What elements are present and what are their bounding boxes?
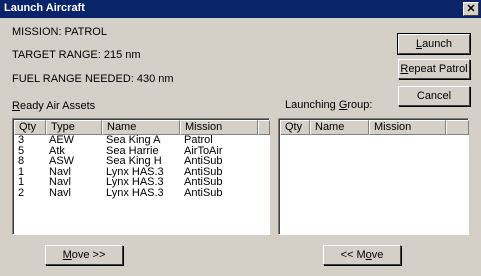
column-header-name[interactable]: Name	[102, 120, 180, 135]
move-right-label: ove >>	[71, 249, 106, 261]
launching-label-pre: Launching	[285, 99, 339, 111]
column-header-filler	[258, 120, 270, 135]
ready-label-accel: R	[12, 100, 20, 112]
type-cell: Navl	[49, 186, 72, 199]
move-left-label-post: ve	[371, 249, 384, 261]
launching-group-list[interactable]: Qty Name Mission	[278, 118, 469, 235]
column-header-type[interactable]: Type	[46, 120, 102, 135]
repeat-patrol-button[interactable]: Repeat Patrol	[398, 59, 470, 79]
target-range-text: TARGET RANGE: 215 nm	[12, 49, 141, 61]
ready-list-header: Qty Type Name Mission	[14, 120, 270, 135]
cancel-label: Cancel	[416, 90, 452, 102]
repeat-label: epeat Patrol	[408, 63, 468, 75]
launch-label: aunch	[422, 38, 453, 50]
ready-list-rows: 3 AEW Sea King A Patrol 5 Atk Sea Harrie AirToA…	[14, 135, 268, 200]
column-header-filler	[446, 120, 469, 135]
fuel-range-text: FUEL RANGE NEEDED: 430 nm	[12, 73, 174, 85]
column-header-qty[interactable]: Qty	[280, 120, 310, 135]
move-right-button[interactable]: Move >>	[45, 245, 123, 265]
move-left-label-pre: << M	[340, 249, 366, 261]
column-header-mission[interactable]: Mission	[369, 120, 446, 135]
column-header-name[interactable]: Name	[310, 120, 369, 135]
close-icon: ✕	[466, 3, 476, 15]
qty-cell: 2	[18, 186, 25, 199]
move-left-button[interactable]: << Move	[323, 245, 401, 265]
mission-cell: AntiSub	[184, 186, 223, 199]
column-header-qty[interactable]: Qty	[14, 120, 46, 135]
move-right-accel: M	[62, 249, 72, 261]
launch-button[interactable]: Launch	[397, 33, 471, 55]
launching-label-post: roup:	[347, 99, 373, 111]
title-bar[interactable]: Launch Aircraft ✕	[0, 0, 481, 18]
launch-aircraft-dialog: Launch Aircraft ✕ MISSION: PATROL TARGET…	[0, 0, 481, 276]
close-button[interactable]: ✕	[463, 2, 479, 16]
ready-air-assets-label: Ready Air Assets	[12, 100, 95, 112]
column-header-mission[interactable]: Mission	[180, 120, 258, 135]
mission-text: MISSION: PATROL	[12, 26, 107, 38]
window-title: Launch Aircraft	[4, 2, 85, 14]
ready-air-assets-list[interactable]: Qty Type Name Mission 3 AEW Sea King A Patr…	[12, 118, 270, 235]
cancel-button[interactable]: Cancel	[398, 86, 470, 106]
name-cell: Lynx HAS.3	[106, 186, 164, 199]
table-row[interactable]: 2 Navl Lynx HAS.3 AntiSub	[14, 186, 268, 200]
launching-group-label: Launching Group:	[285, 99, 372, 111]
launching-list-header: Qty Name Mission	[280, 120, 469, 135]
ready-label-text: eady Air Assets	[19, 100, 96, 112]
